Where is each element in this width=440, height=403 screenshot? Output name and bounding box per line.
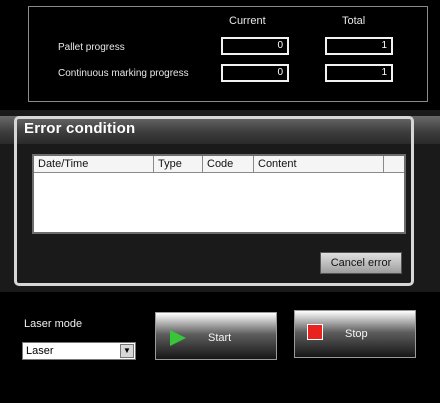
stop-button-label: Stop — [345, 328, 368, 340]
error-condition-title: Error condition — [24, 120, 136, 137]
start-button-label: Start — [208, 332, 232, 344]
pallet-progress-total: 1 — [325, 37, 393, 55]
laser-mode-select[interactable]: Laser ▼ — [22, 342, 136, 360]
stop-button[interactable]: Stop — [294, 310, 416, 358]
laser-mode-selected-value: Laser — [26, 345, 54, 357]
column-header-total: Total — [342, 15, 366, 27]
laser-mode-label: Laser mode — [24, 318, 83, 330]
pallet-progress-current: 0 — [221, 37, 289, 55]
continuous-marking-total: 1 — [325, 64, 393, 82]
start-button[interactable]: Start — [155, 312, 277, 360]
column-header-filler — [384, 156, 404, 173]
pallet-progress-label: Pallet progress — [58, 42, 125, 53]
continuous-marking-current: 0 — [221, 64, 289, 82]
play-icon — [170, 330, 186, 346]
column-header-datetime[interactable]: Date/Time — [34, 156, 154, 173]
column-header-current: Current — [229, 15, 266, 27]
cancel-error-button[interactable]: Cancel error — [320, 252, 402, 274]
chevron-down-icon[interactable]: ▼ — [120, 344, 134, 358]
error-log-table[interactable]: Date/Time Type Code Content — [32, 154, 406, 234]
stop-square-icon — [307, 324, 323, 340]
column-header-content[interactable]: Content — [254, 156, 384, 173]
column-header-type[interactable]: Type — [154, 156, 203, 173]
column-header-code[interactable]: Code — [203, 156, 254, 173]
continuous-marking-progress-label: Continuous marking progress — [58, 68, 189, 79]
